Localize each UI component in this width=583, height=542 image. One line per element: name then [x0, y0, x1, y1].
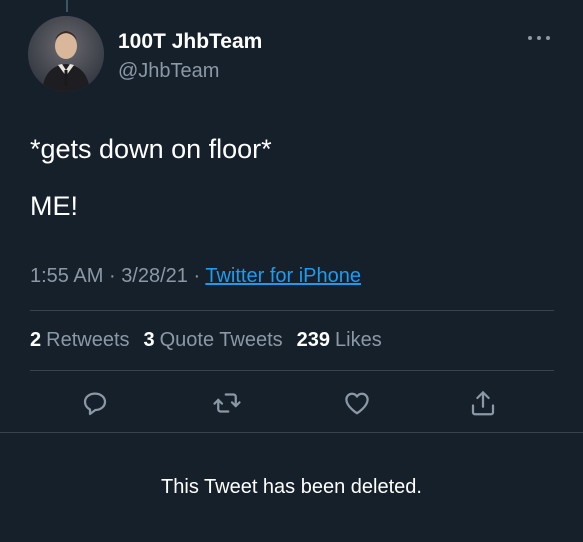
- thread-connector-line: [66, 0, 68, 12]
- quote-tweets-stat[interactable]: 3 Quote Tweets: [144, 329, 283, 352]
- retweet-button[interactable]: [212, 388, 242, 418]
- like-icon: [345, 392, 369, 415]
- quote-tweets-count: 3: [143, 329, 155, 351]
- avatar[interactable]: [28, 16, 104, 92]
- retweets-count: 2: [30, 329, 42, 351]
- action-bar: [0, 388, 583, 420]
- more-dot: [528, 36, 532, 40]
- display-name[interactable]: 100T JhbTeam: [118, 30, 262, 54]
- more-dot: [537, 36, 541, 40]
- tweet-time[interactable]: 1:55 AM: [30, 265, 103, 287]
- tweet-text-line: ME!: [30, 191, 79, 221]
- likes-count: 239: [296, 329, 331, 351]
- divider: [30, 310, 554, 311]
- divider: [30, 370, 554, 371]
- profile-photo-icon: [28, 16, 104, 92]
- reply-button[interactable]: [80, 388, 110, 418]
- meta-separator: ·: [193, 265, 201, 287]
- share-button[interactable]: [468, 388, 498, 418]
- tweet-stats: 2 Retweets 3 Quote Tweets 239 Likes: [30, 329, 382, 352]
- tweet-source-link[interactable]: Twitter for iPhone: [205, 265, 361, 287]
- retweets-label: Retweets: [46, 329, 130, 351]
- tweet-text-line: *gets down on floor*: [30, 134, 272, 164]
- retweet-icon: [213, 393, 241, 413]
- deleted-tweet-message: This Tweet has been deleted.: [161, 476, 422, 498]
- reply-icon: [83, 392, 107, 416]
- retweets-stat[interactable]: 2 Retweets: [30, 329, 130, 352]
- likes-label: Likes: [335, 329, 382, 351]
- more-dot: [546, 36, 550, 40]
- like-button[interactable]: [342, 388, 372, 418]
- user-handle[interactable]: @JhbTeam: [118, 60, 219, 83]
- share-icon: [471, 391, 495, 416]
- likes-stat[interactable]: 239 Likes: [297, 329, 382, 352]
- tweet-meta: 1:55 AM · 3/28/21 · Twitter for iPhone: [30, 265, 361, 288]
- tweet-date[interactable]: 3/28/21: [121, 265, 188, 287]
- meta-separator: ·: [108, 265, 116, 287]
- quote-tweets-label: Quote Tweets: [159, 329, 283, 351]
- more-options-icon[interactable]: [528, 32, 550, 44]
